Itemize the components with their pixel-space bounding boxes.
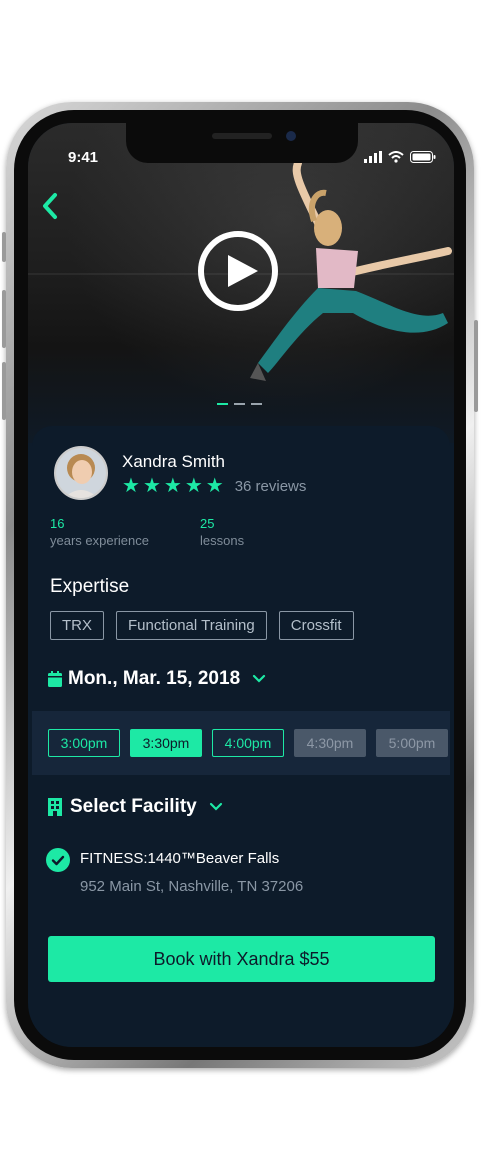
- trainer-name: Xandra Smith: [122, 452, 225, 471]
- stat-value: 25: [200, 516, 215, 531]
- date-selector[interactable]: Mon., Mar. 15, 2018: [48, 668, 266, 690]
- facility-checkbox[interactable]: [46, 848, 70, 872]
- star-icon: ★: [163, 475, 182, 497]
- date-label: Mon., Mar. 15, 2018: [68, 668, 241, 689]
- facility-selector-label: Select Facility: [70, 796, 197, 817]
- rating-stars: ★ ★ ★ ★ ★ 36 reviews: [122, 476, 306, 496]
- trainer-card: Xandra Smith ★ ★ ★ ★ ★ 36 reviews 16 yea…: [32, 426, 450, 1047]
- time-slot-bar[interactable]: 3:00pm 3:30pm 4:00pm 4:30pm 5:00pm: [32, 711, 450, 775]
- stat-value: 16: [50, 516, 65, 531]
- carousel-dot[interactable]: [234, 403, 245, 405]
- expertise-tag: Crossfit: [278, 611, 354, 640]
- play-button[interactable]: [198, 231, 278, 311]
- check-icon: [51, 855, 65, 866]
- status-time: 9:41: [68, 149, 99, 166]
- carousel-dot[interactable]: [217, 403, 228, 405]
- hero-video[interactable]: 9:41: [28, 123, 454, 443]
- chevron-down-icon: [209, 802, 222, 811]
- silent-switch: [2, 232, 6, 262]
- device-notch: [126, 123, 358, 163]
- play-icon: [228, 255, 258, 287]
- app-screen: 9:41 Xandra Smith ★ ★ ★ ★ ★ 36 reviews 1…: [28, 123, 454, 1047]
- star-icon: ★: [184, 475, 203, 497]
- stat-label: years experience: [50, 533, 149, 548]
- time-slot-selected[interactable]: 3:30pm: [130, 729, 202, 757]
- calendar-icon: [48, 671, 62, 687]
- time-slot-disabled: 5:00pm: [376, 729, 448, 757]
- stat-experience: 16 years experience: [50, 516, 149, 548]
- reviews-link[interactable]: 36 reviews: [235, 478, 307, 495]
- facility-selector[interactable]: Select Facility: [48, 796, 223, 818]
- facility-address: 952 Main St, Nashville, TN 37206: [80, 878, 304, 895]
- time-slot[interactable]: 3:00pm: [48, 729, 120, 757]
- time-slot[interactable]: 4:00pm: [212, 729, 284, 757]
- avatar: [54, 446, 108, 500]
- building-icon: [48, 798, 62, 816]
- stat-label: lessons: [200, 533, 245, 548]
- speaker-grille: [212, 133, 272, 139]
- carousel-dot[interactable]: [251, 403, 262, 405]
- book-button[interactable]: Book with Xandra $55: [48, 936, 435, 982]
- signal-icon: [364, 151, 382, 163]
- chevron-down-icon: [253, 674, 266, 683]
- wifi-icon: [388, 151, 404, 163]
- expertise-tags: TRX Functional Training Crossfit: [50, 611, 354, 640]
- time-slot-disabled: 4:30pm: [294, 729, 366, 757]
- carousel-indicator: [217, 403, 262, 405]
- volume-down-button: [2, 362, 6, 420]
- star-icon: ★: [142, 475, 161, 497]
- power-button: [474, 320, 478, 412]
- time-slot-list: 3:00pm 3:30pm 4:00pm 4:30pm 5:00pm: [48, 729, 448, 757]
- stat-lessons: 25 lessons: [200, 516, 244, 548]
- back-icon[interactable]: [38, 189, 62, 223]
- avatar-image: [56, 448, 106, 498]
- expertise-tag: Functional Training: [116, 611, 267, 640]
- battery-icon: [410, 151, 436, 163]
- expertise-tag: TRX: [50, 611, 104, 640]
- star-icon: ★: [205, 475, 224, 497]
- star-icon: ★: [122, 475, 140, 497]
- front-camera: [286, 131, 296, 141]
- facility-name: FITNESS:1440™Beaver Falls: [80, 850, 280, 867]
- expertise-title: Expertise: [50, 576, 130, 597]
- volume-up-button: [2, 290, 6, 348]
- status-icons: [364, 151, 436, 163]
